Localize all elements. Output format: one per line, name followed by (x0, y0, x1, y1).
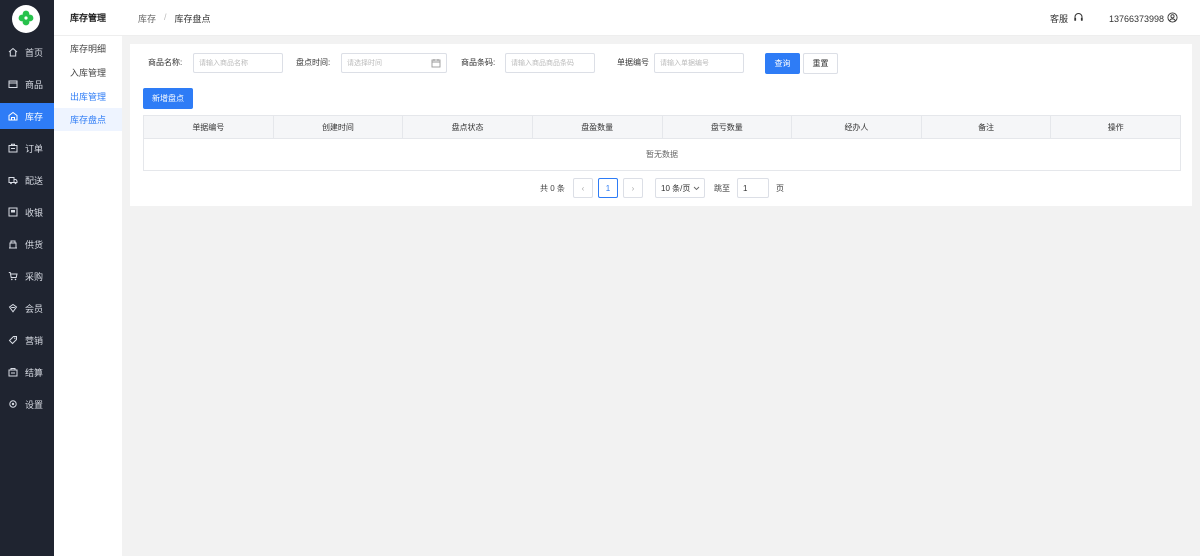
nav-label: 订单 (25, 143, 44, 154)
col-remark: 备注 (922, 116, 1052, 138)
breadcrumb-inventory[interactable]: 库存 (138, 12, 156, 25)
home-icon (8, 47, 18, 57)
headset-icon (1073, 12, 1084, 25)
settle-icon (8, 367, 18, 377)
main-nav-rail: 首页 商品 库存 订单 配送 收银 供货 采购 会员 营销 结算 设置 (0, 0, 54, 556)
nav-item-cashier[interactable]: 收银 (0, 199, 54, 225)
member-icon (8, 303, 18, 313)
col-created-time: 创建时间 (274, 116, 404, 138)
order-icon (8, 143, 18, 153)
empty-state: 暂无数据 (646, 150, 678, 159)
nav-label: 结算 (25, 367, 44, 378)
clover-logo-icon (17, 9, 35, 29)
customer-service-label: 客服 (1050, 14, 1069, 24)
total-count: 共 0 条 (540, 184, 565, 193)
stocktake-panel: 商品名称: 请输入商品名称 盘点时间: 请选择时间 商品条码: 请输入商品商品条… (130, 44, 1192, 206)
nav-label: 收银 (25, 207, 44, 218)
sub-item-outbound[interactable]: 出库管理 (54, 85, 122, 108)
page-unit-label: 页 (776, 184, 784, 193)
col-surplus-qty: 盘盈数量 (533, 116, 663, 138)
nav-label: 库存 (25, 111, 44, 122)
nav-label: 供货 (25, 239, 44, 250)
col-operator: 经办人 (792, 116, 922, 138)
nav-item-goods[interactable]: 商品 (0, 71, 54, 97)
nav-item-settlement[interactable]: 结算 (0, 359, 54, 385)
doc-no-label: 单据编号 (617, 58, 649, 67)
nav-item-members[interactable]: 会员 (0, 295, 54, 321)
truck-icon (8, 175, 18, 185)
nav-label: 采购 (25, 271, 44, 282)
product-name-label: 商品名称: (148, 58, 183, 67)
breadcrumb-current: 库存盘点 (174, 14, 211, 24)
warehouse-icon (8, 111, 18, 121)
nav-label: 营销 (25, 335, 44, 346)
customer-service-link[interactable]: 客服 (1050, 12, 1084, 25)
nav-item-supply[interactable]: 供货 (0, 231, 54, 257)
pagination: 共 0 条 ‹ 1 › 10 条/页 跳至 1 页 (130, 178, 1192, 198)
product-name-input[interactable]: 请输入商品名称 (193, 53, 283, 73)
col-status: 盘点状态 (403, 116, 533, 138)
jump-label: 跳至 (714, 184, 730, 193)
cart-icon (8, 271, 18, 281)
barcode-label: 商品条码: (461, 58, 496, 67)
breadcrumb: 库存 / 库存盘点 (138, 12, 211, 25)
user-phone: 13766373998 (1109, 13, 1165, 24)
breadcrumb-separator: / (164, 12, 167, 22)
goods-icon (8, 79, 18, 89)
check-time-picker[interactable]: 请选择时间 (341, 53, 447, 73)
barcode-input[interactable]: 请输入商品商品条码 (505, 53, 595, 73)
sub-nav: 库存管理 库存明细 入库管理 出库管理 库存盘点 (54, 0, 122, 556)
app-logo[interactable] (12, 5, 40, 33)
search-button[interactable]: 查询 (765, 53, 800, 74)
check-time-placeholder: 请选择时间 (347, 60, 382, 67)
col-loss-qty: 盘亏数量 (663, 116, 793, 138)
nav-item-inventory[interactable]: 库存 (0, 103, 54, 129)
nav-label: 商品 (25, 79, 44, 90)
sub-item-stocktake[interactable]: 库存盘点 (54, 108, 122, 131)
nav-item-settings[interactable]: 设置 (0, 391, 54, 417)
user-account[interactable]: 13766373998 (1109, 12, 1178, 25)
col-actions: 操作 (1107, 122, 1124, 132)
nav-item-home[interactable]: 首页 (0, 39, 54, 65)
supply-icon (8, 239, 18, 249)
nav-item-delivery[interactable]: 配送 (0, 167, 54, 193)
nav-label: 配送 (25, 175, 44, 186)
nav-item-orders[interactable]: 订单 (0, 135, 54, 161)
sub-item-inbound[interactable]: 入库管理 (54, 61, 122, 84)
page-size-value: 10 条/页 (661, 183, 691, 193)
user-avatar-icon (1167, 12, 1178, 25)
nav-item-marketing[interactable]: 营销 (0, 327, 54, 353)
add-stocktake-button[interactable]: 新增盘点 (143, 88, 193, 109)
calendar-icon (431, 58, 441, 70)
table-header: 单据编号 创建时间 盘点状态 盘盈数量 盘亏数量 经办人 备注 操作 (144, 116, 1180, 139)
tag-icon (8, 335, 18, 345)
gear-icon (8, 399, 18, 409)
col-doc-no: 单据编号 (144, 116, 274, 138)
page-size-select[interactable]: 10 条/页 (655, 178, 705, 198)
stocktake-table: 单据编号 创建时间 盘点状态 盘盈数量 盘亏数量 经办人 备注 操作 暂无数据 (143, 115, 1181, 171)
nav-label: 设置 (25, 399, 44, 410)
cashier-icon (8, 207, 18, 217)
top-header: 库存 / 库存盘点 客服 13766373998 (122, 0, 1200, 36)
sub-nav-title: 库存管理 (54, 0, 122, 36)
sub-item-stock-detail[interactable]: 库存明细 (54, 37, 122, 60)
nav-label: 首页 (25, 47, 44, 58)
chevron-down-icon (693, 184, 700, 193)
prev-page-button[interactable]: ‹ (573, 178, 593, 198)
nav-item-purchase[interactable]: 采购 (0, 263, 54, 289)
page-button-current[interactable]: 1 (598, 178, 618, 198)
jump-page-input[interactable]: 1 (737, 178, 769, 198)
next-page-button[interactable]: › (623, 178, 643, 198)
reset-button[interactable]: 重置 (803, 53, 838, 74)
check-time-label: 盘点时间: (296, 58, 331, 67)
doc-no-input[interactable]: 请输入单据编号 (654, 53, 744, 73)
nav-label: 会员 (25, 303, 44, 314)
